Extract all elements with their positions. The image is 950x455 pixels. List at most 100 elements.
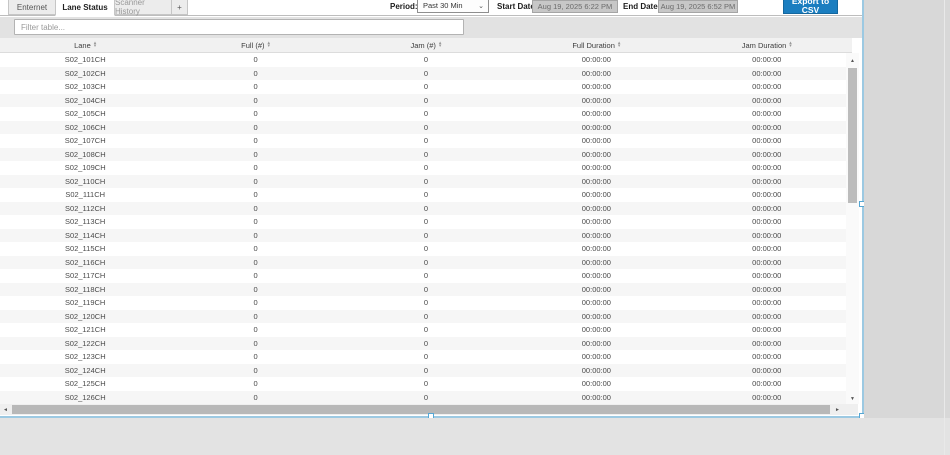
cell: 00:00:00 bbox=[682, 121, 852, 135]
cell: 00:00:00 bbox=[682, 161, 852, 175]
cell: 00:00:00 bbox=[511, 391, 681, 405]
cell: S02_111CH bbox=[0, 188, 170, 202]
cell: 0 bbox=[170, 269, 340, 283]
table-row[interactable]: S02_104CH0000:00:0000:00:00 bbox=[0, 94, 852, 108]
cell: 0 bbox=[341, 310, 511, 324]
tab-lane-status[interactable]: Lane Status bbox=[55, 0, 115, 16]
cell: 00:00:00 bbox=[511, 296, 681, 310]
designer-canvas: EnternetLane StatusScanner History+ Peri… bbox=[0, 0, 950, 455]
scroll-right-arrow-icon[interactable]: ► bbox=[832, 404, 843, 415]
tab-enternet[interactable]: Enternet bbox=[8, 0, 56, 15]
vertical-scrollbar-thumb[interactable] bbox=[848, 68, 857, 203]
table-row[interactable]: S02_102CH0000:00:0000:00:00 bbox=[0, 67, 852, 81]
sort-icon: ▴▾ bbox=[268, 42, 271, 49]
table-row[interactable]: S02_116CH0000:00:0000:00:00 bbox=[0, 256, 852, 270]
cell: 00:00:00 bbox=[511, 310, 681, 324]
cell: 00:00:00 bbox=[511, 67, 681, 81]
scroll-down-arrow-icon[interactable]: ▼ bbox=[846, 393, 859, 404]
table-row[interactable]: S02_118CH0000:00:0000:00:00 bbox=[0, 283, 852, 297]
sort-icon: ▴▾ bbox=[789, 42, 792, 49]
table-row[interactable]: S02_103CH0000:00:0000:00:00 bbox=[0, 80, 852, 94]
horizontal-scrollbar-thumb[interactable] bbox=[12, 405, 830, 414]
table-row[interactable]: S02_117CH0000:00:0000:00:00 bbox=[0, 269, 852, 283]
cell: 00:00:00 bbox=[682, 283, 852, 297]
cell: 0 bbox=[341, 215, 511, 229]
table-row[interactable]: S02_109CH0000:00:0000:00:00 bbox=[0, 161, 852, 175]
cell: 0 bbox=[341, 283, 511, 297]
cell: 00:00:00 bbox=[682, 107, 852, 121]
cell: 00:00:00 bbox=[511, 337, 681, 351]
cell: 0 bbox=[341, 161, 511, 175]
cell: 00:00:00 bbox=[511, 364, 681, 378]
scroll-up-arrow-icon[interactable]: ▲ bbox=[846, 55, 859, 66]
column-header-full-duration[interactable]: Full Duration▴▾ bbox=[511, 38, 681, 52]
tab-bar-tabs: EnternetLane StatusScanner History+ bbox=[8, 0, 188, 16]
cell: S02_116CH bbox=[0, 256, 170, 270]
cell: 00:00:00 bbox=[682, 229, 852, 243]
cell: S02_113CH bbox=[0, 215, 170, 229]
column-header-jam[interactable]: Jam (#)▴▾ bbox=[341, 38, 511, 52]
table-row[interactable]: S02_121CH0000:00:0000:00:00 bbox=[0, 323, 852, 337]
cell: S02_102CH bbox=[0, 67, 170, 81]
table-row[interactable]: S02_120CH0000:00:0000:00:00 bbox=[0, 310, 852, 324]
table-row[interactable]: S02_122CH0000:00:0000:00:00 bbox=[0, 337, 852, 351]
cell: 0 bbox=[341, 202, 511, 216]
table-row[interactable]: S02_123CH0000:00:0000:00:00 bbox=[0, 350, 852, 364]
cell: 00:00:00 bbox=[682, 148, 852, 162]
cell: 0 bbox=[341, 296, 511, 310]
table-row[interactable]: S02_119CH0000:00:0000:00:00 bbox=[0, 296, 852, 310]
chevron-down-icon: ⌄ bbox=[478, 0, 484, 14]
cell: 0 bbox=[170, 310, 340, 324]
cell: 00:00:00 bbox=[511, 215, 681, 229]
table-row[interactable]: S02_115CH0000:00:0000:00:00 bbox=[0, 242, 852, 256]
cell: 0 bbox=[341, 256, 511, 270]
cell: 00:00:00 bbox=[682, 269, 852, 283]
cell: 00:00:00 bbox=[511, 53, 681, 67]
cell: 00:00:00 bbox=[511, 377, 681, 391]
cell: S02_122CH bbox=[0, 337, 170, 351]
table-row[interactable]: S02_106CH0000:00:0000:00:00 bbox=[0, 121, 852, 135]
table-row[interactable]: S02_112CH0000:00:0000:00:00 bbox=[0, 202, 852, 216]
column-header-full[interactable]: Full (#)▴▾ bbox=[170, 38, 340, 52]
table-row[interactable]: S02_113CH0000:00:0000:00:00 bbox=[0, 215, 852, 229]
table-row[interactable]: S02_111CH0000:00:0000:00:00 bbox=[0, 188, 852, 202]
cell: 0 bbox=[341, 242, 511, 256]
cell: 0 bbox=[341, 175, 511, 189]
column-header-jam-duration[interactable]: Jam Duration▴▾ bbox=[682, 38, 852, 52]
cell: 0 bbox=[341, 80, 511, 94]
canvas-edge-line bbox=[944, 0, 945, 455]
canvas-right-area bbox=[864, 0, 950, 455]
cell: 0 bbox=[341, 391, 511, 405]
tab-scanner-history[interactable]: Scanner History bbox=[114, 0, 172, 15]
column-header-lane[interactable]: Lane▴▾ bbox=[0, 38, 170, 52]
cell: 00:00:00 bbox=[682, 377, 852, 391]
table-row[interactable]: S02_110CH0000:00:0000:00:00 bbox=[0, 175, 852, 189]
column-label: Full Duration bbox=[572, 41, 615, 50]
cell: S02_117CH bbox=[0, 269, 170, 283]
table-row[interactable]: S02_125CH0000:00:0000:00:00 bbox=[0, 377, 852, 391]
cell: 0 bbox=[341, 67, 511, 81]
vertical-scrollbar[interactable]: ▲ ▼ bbox=[846, 53, 859, 404]
table-row[interactable]: S02_101CH0000:00:0000:00:00 bbox=[0, 53, 852, 67]
tab-add[interactable]: + bbox=[171, 0, 188, 15]
cell: 00:00:00 bbox=[682, 323, 852, 337]
table-row[interactable]: S02_105CH0000:00:0000:00:00 bbox=[0, 107, 852, 121]
start-date-field: Aug 19, 2025 6:22 PM bbox=[532, 0, 618, 13]
cell: 00:00:00 bbox=[682, 80, 852, 94]
table-row[interactable]: S02_126CH0000:00:0000:00:00 bbox=[0, 391, 852, 405]
period-select[interactable]: Past 30 Min ⌄ bbox=[417, 0, 489, 13]
cell: 00:00:00 bbox=[511, 350, 681, 364]
period-label: Period: bbox=[390, 2, 418, 11]
table-row[interactable]: S02_114CH0000:00:0000:00:00 bbox=[0, 229, 852, 243]
scroll-left-arrow-icon[interactable]: ◄ bbox=[0, 404, 11, 415]
cell: S02_115CH bbox=[0, 242, 170, 256]
cell: 0 bbox=[341, 148, 511, 162]
cell: 00:00:00 bbox=[682, 350, 852, 364]
cell: 0 bbox=[341, 323, 511, 337]
table-row[interactable]: S02_107CH0000:00:0000:00:00 bbox=[0, 134, 852, 148]
filter-input[interactable] bbox=[14, 19, 464, 35]
table-row[interactable]: S02_108CH0000:00:0000:00:00 bbox=[0, 148, 852, 162]
cell: S02_110CH bbox=[0, 175, 170, 189]
export-csv-button[interactable]: Export to CSV bbox=[783, 0, 838, 14]
table-row[interactable]: S02_124CH0000:00:0000:00:00 bbox=[0, 364, 852, 378]
